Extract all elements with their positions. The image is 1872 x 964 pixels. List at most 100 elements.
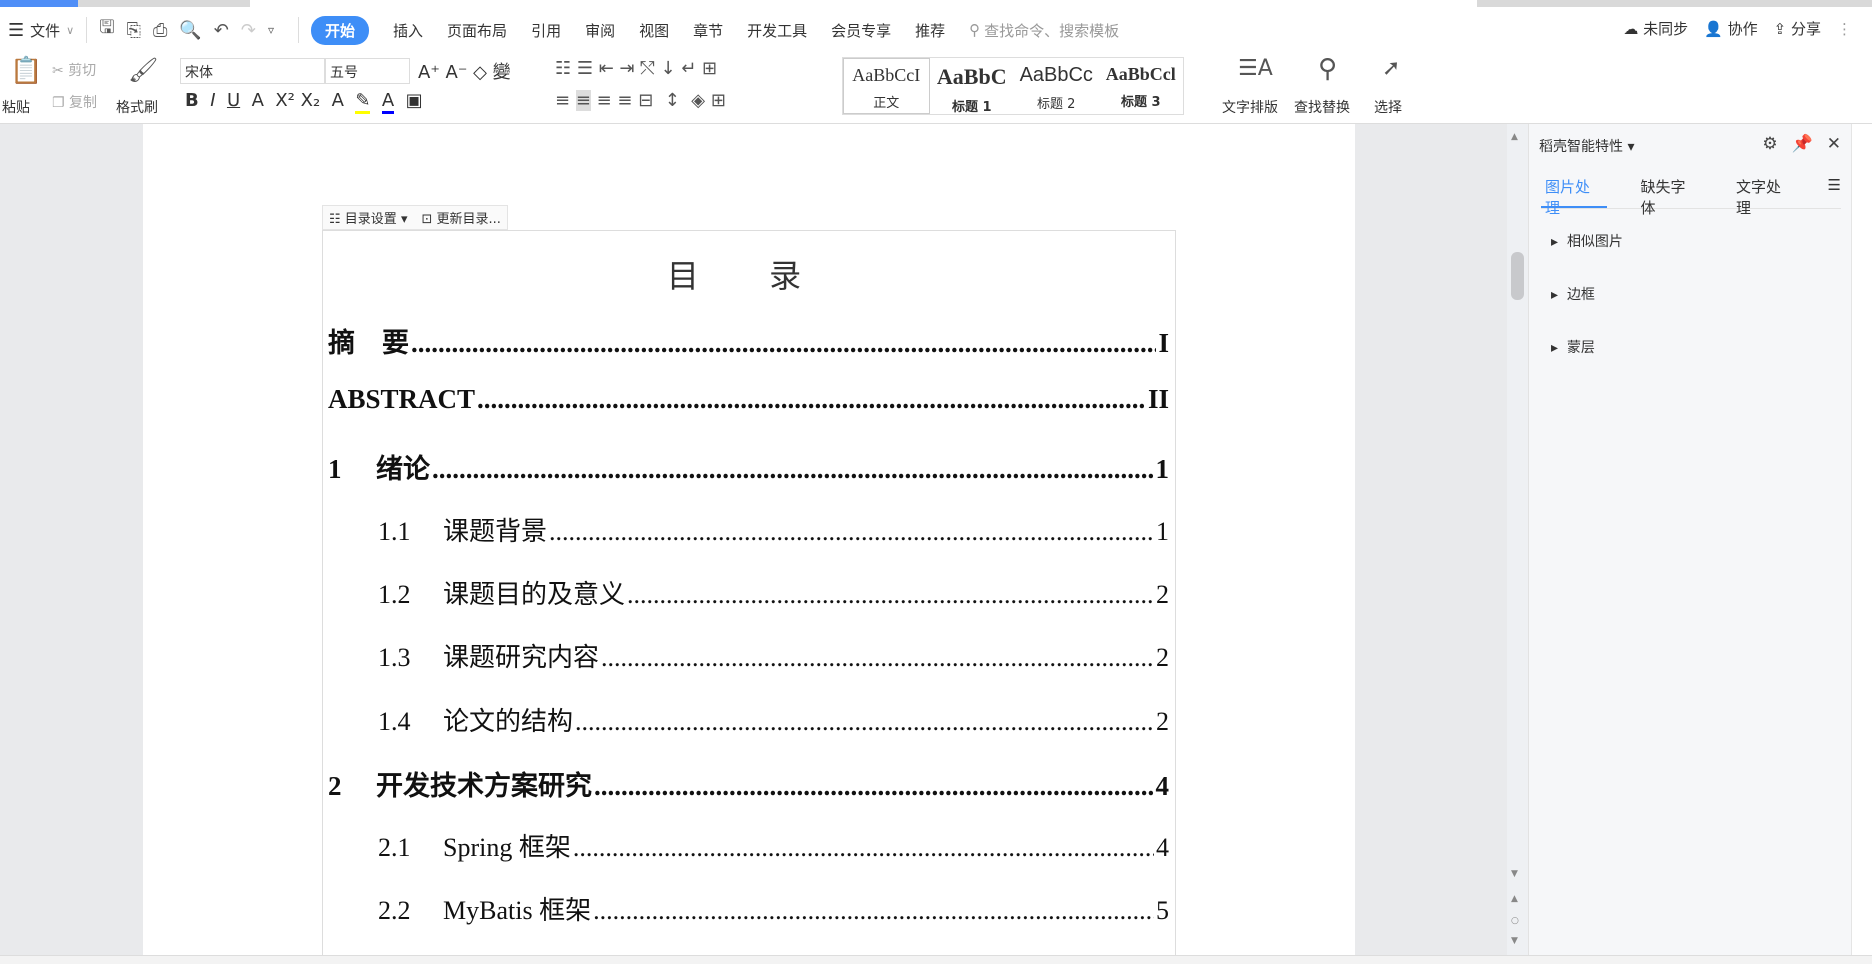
toc-entry-number: 1.1 [378, 517, 411, 546]
panel-item-border[interactable]: ▸ 边框 [1551, 284, 1595, 304]
prev-page-icon[interactable]: ▲ [1511, 894, 1518, 904]
file-menu[interactable]: 文件 [30, 20, 60, 41]
toc-entry[interactable]: 2.1 Spring 框架 4 [378, 827, 1169, 864]
print-preview-icon[interactable]: 🔍 [179, 20, 201, 41]
paste-button[interactable]: 粘贴 [2, 97, 30, 117]
tab-insert[interactable]: 插入 [393, 20, 423, 41]
toc-entry[interactable]: 1.2 课题目的及意义 2 [378, 574, 1169, 611]
collab-button[interactable]: 👤 协作 [1704, 18, 1757, 39]
toc-entry[interactable]: 摘 要I [328, 321, 1169, 360]
tab-recommend[interactable]: 推荐 [915, 20, 945, 41]
panel-item-similar-images[interactable]: ▸ 相似图片 [1551, 231, 1623, 251]
select-button[interactable]: 选择 [1374, 97, 1402, 117]
redo-icon[interactable]: ↷ [241, 20, 256, 41]
toc-leader-dots [432, 454, 1154, 485]
toc-entry-text: 开发技术方案研究 [376, 771, 592, 801]
toc-entry-number: 2.2 [378, 896, 411, 925]
hamburger-icon[interactable]: ☰ [8, 20, 24, 41]
toc-leader-dots [411, 328, 1156, 359]
copy-label: 复制 [69, 95, 98, 111]
find-icon[interactable]: ⚲ [1318, 54, 1337, 84]
select-browse-icon[interactable]: ○ [1511, 916, 1519, 926]
tab-developer[interactable]: 开发工具 [747, 20, 807, 41]
next-page-icon[interactable]: ▼ [1511, 936, 1518, 946]
paragraph-tools[interactable]: ≡ ≡ ≡ ≡ ⊟ ↕ ◈ ⊞ [555, 90, 726, 111]
tab-text-processing[interactable]: 文字处理 [1732, 176, 1798, 217]
font-size-tools[interactable]: A⁺ A⁻ ◇ 變 [418, 58, 511, 84]
style-gallery: AaBbCcI 正文 AaBbC 标题 1 AaBbCc 标题 2 AaBbCcl 标题… [842, 57, 1184, 115]
tab-review[interactable]: 审阅 [585, 20, 615, 41]
panel-title[interactable]: 稻壳智能特性 ▾ [1539, 136, 1634, 156]
panel-item-mask[interactable]: ▸ 蒙层 [1551, 337, 1595, 357]
text-layout-icon[interactable]: ☰A [1238, 56, 1273, 81]
pin-icon[interactable]: 📌 [1792, 134, 1813, 154]
font-select[interactable]: 宋体 [180, 58, 325, 84]
toc-entry-page: 5 [1156, 896, 1169, 925]
tab-section[interactable]: 章节 [693, 20, 723, 41]
tab-references[interactable]: 引用 [531, 20, 561, 41]
share-button[interactable]: ⇪ 分享 [1774, 18, 1821, 39]
style-heading-2[interactable]: AaBbCc 标题 2 [1014, 58, 1099, 114]
text-layout-button[interactable]: 文字排版 [1222, 97, 1278, 117]
style-sample: AaBbC [936, 64, 1007, 89]
toc-update-label: 更新目录... [436, 212, 501, 227]
toc-entry[interactable]: 1.3 课题研究内容 2 [378, 637, 1169, 674]
tab-home[interactable]: 开始 [311, 15, 370, 45]
toc-entry[interactable]: 1 绪论 1 [328, 447, 1169, 486]
sync-label: 未同步 [1643, 20, 1689, 38]
toc-leader-dots [477, 384, 1146, 415]
toc-entry-number: 1.2 [378, 580, 411, 609]
font-size-select[interactable]: 五号 [325, 58, 410, 84]
close-icon[interactable]: ✕ [1827, 134, 1841, 154]
toc-settings-button[interactable]: ☷ 目录设置 ▾ [329, 208, 407, 227]
toc-entry[interactable]: 1.1 课题背景 1 [378, 511, 1169, 548]
style-sample: AaBbCcI [852, 65, 921, 85]
smart-features-panel: 稻壳智能特性 ▾ ⚙ 📌 ✕ 图片处理 缺失字体 文字处理 ☰ ▸ 相似图片 ▸… [1528, 124, 1851, 956]
tab-missing-fonts[interactable]: 缺失字体 [1637, 176, 1703, 217]
export-icon[interactable]: ⎘ [127, 20, 141, 41]
undo-icon[interactable]: ↶ [214, 20, 229, 41]
tab-image-processing[interactable]: 图片处理 [1541, 176, 1607, 217]
paste-icon[interactable]: 📋 [10, 56, 42, 86]
cursor-icon[interactable]: ➚ [1382, 56, 1400, 81]
gear-icon[interactable]: ⚙ [1762, 134, 1777, 154]
copy-button[interactable]: ❐ 复制 [52, 92, 97, 112]
style-normal[interactable]: AaBbCcI 正文 [843, 58, 930, 114]
toc-entry-number: 1.4 [378, 707, 411, 736]
toc-toolbar: ☷ 目录设置 ▾ ⊡ 更新目录... [322, 205, 508, 230]
scroll-up-icon[interactable]: ▲ [1511, 132, 1518, 142]
toc-entry[interactable]: 1.4 论文的结构 2 [378, 701, 1169, 738]
format-painter-button[interactable]: 格式刷 [116, 97, 158, 117]
font-format-tools[interactable]: B I U A X² X₂ A ✎ A ▣ [185, 90, 423, 114]
list-tools[interactable]: ☷ ☰ ⇤ ⇥ ⤲ ↓ ↵ ⊞ [555, 58, 717, 79]
more-icon[interactable]: ⋮ [1837, 20, 1852, 38]
sync-button[interactable]: ☁ 未同步 [1623, 18, 1688, 39]
customize-icon[interactable]: ▿ [268, 23, 274, 37]
cut-button[interactable]: ✂ 剪切 [52, 60, 96, 80]
scroll-down-icon[interactable]: ▼ [1511, 869, 1518, 879]
tab-view[interactable]: 视图 [639, 20, 669, 41]
toc-update-button[interactable]: ⊡ 更新目录... [421, 208, 500, 227]
item-label: 相似图片 [1566, 234, 1623, 250]
toc-entry-page: 4 [1156, 833, 1169, 862]
toc-entry-number: 2 [328, 771, 342, 801]
command-search[interactable]: ⚲ 查找命令、搜索模板 [969, 20, 1119, 41]
toc-title: 目 录 [666, 257, 832, 295]
toc-entry[interactable]: ABSTRACT II [328, 384, 1169, 415]
tab-member[interactable]: 会员专享 [831, 20, 891, 41]
style-name: 标题 3 [1120, 95, 1161, 110]
vertical-scrollbar[interactable]: ▲ ▼ ▲ ○ ▼ [1507, 124, 1528, 956]
toc-entry-number: 1 [328, 454, 342, 484]
scroll-thumb[interactable] [1511, 252, 1524, 300]
brush-icon[interactable]: 🖌 [128, 56, 158, 84]
toc-entry-page: I [1158, 328, 1169, 358]
tab-page-layout[interactable]: 页面布局 [447, 20, 507, 41]
save-icon[interactable]: 🖫 [99, 15, 114, 45]
find-replace-button[interactable]: 查找替换 [1294, 97, 1350, 117]
style-heading-3[interactable]: AaBbCcl 标题 3 [1099, 58, 1184, 114]
toc-entry[interactable]: 2 开发技术方案研究 4 [328, 764, 1169, 803]
style-heading-1[interactable]: AaBbC 标题 1 [930, 58, 1015, 115]
toc-entry[interactable]: 2.2 MyBatis 框架 5 [378, 890, 1169, 927]
menu-icon[interactable]: ☰ [1828, 176, 1841, 208]
print-icon[interactable]: ⎙ [153, 20, 167, 41]
